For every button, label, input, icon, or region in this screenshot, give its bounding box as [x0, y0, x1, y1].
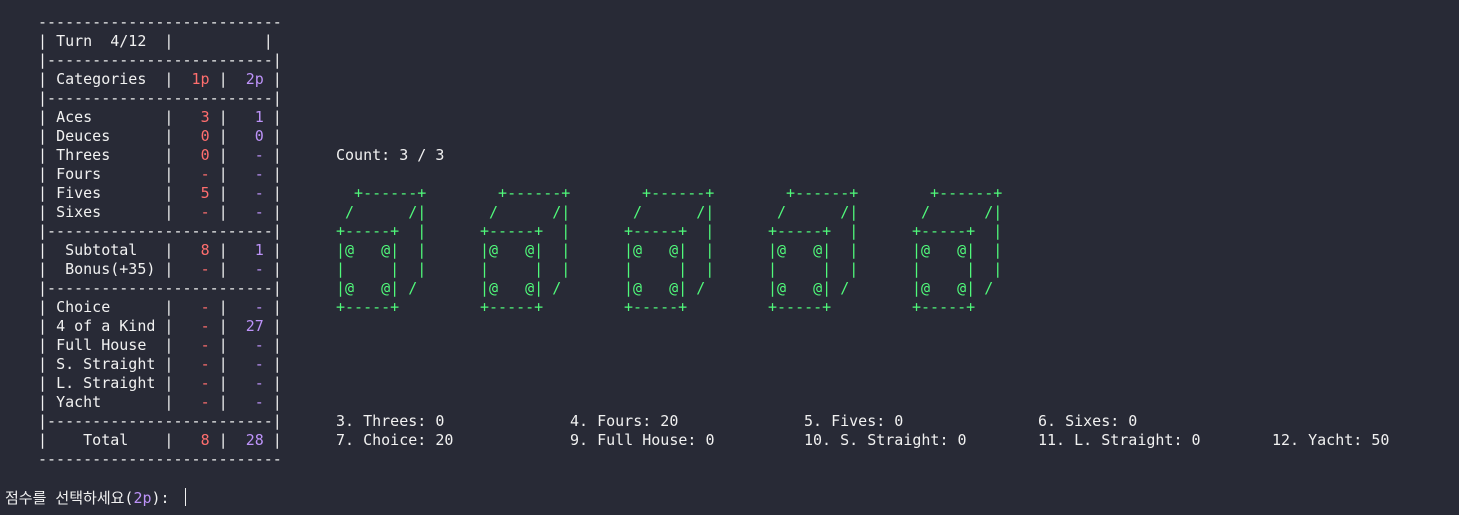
score-fives-row: | Fives | 5 | - |: [38, 184, 282, 202]
score-threes-p1: 0: [200, 146, 210, 164]
score-choice-label: Choice: [56, 298, 111, 316]
score-aces-row: | Aces | 3 | 1 |: [38, 108, 282, 126]
score-sixes-p1: -: [200, 203, 210, 221]
score-option: 12. Yacht: 50: [1272, 431, 1390, 449]
roll-count: Count: 3 / 3: [336, 146, 445, 164]
score-choice-row: | Choice | - | - |: [38, 298, 282, 316]
score-s-straight-p2: -: [254, 355, 264, 373]
text-cursor: [184, 488, 186, 506]
score-option: 9. Full House: 0: [570, 431, 715, 449]
score-4-of-a-kind-row: | 4 of a Kind | - | 27 |: [38, 317, 282, 335]
score-fours-p1: -: [200, 165, 210, 183]
score-option: 10. S. Straight: 0: [804, 431, 967, 449]
board-row-separator: |-------------------------|: [38, 51, 282, 69]
score-subtotal-row: | Subtotal | 8 | 1 |: [38, 241, 282, 259]
prompt-suffix: ):: [151, 489, 179, 507]
score-yacht-p2: -: [254, 393, 264, 411]
score-bonus-p1: -: [200, 260, 210, 278]
turn-value: 4/12: [110, 32, 147, 50]
score-sixes-label: Sixes: [56, 203, 102, 221]
score-option: 5. Fives: 0: [804, 412, 904, 430]
score-choice-p2: -: [254, 298, 264, 316]
score-s-straight-row: | S. Straight | - | - |: [38, 355, 282, 373]
prompt-text: 점수를 선택하세요(: [5, 489, 134, 507]
score-yacht-row: | Yacht | - | - |: [38, 393, 282, 411]
score-fours-p2: -: [254, 165, 264, 183]
score-threes-row: | Threes | 0 | - |: [38, 146, 282, 164]
score-fours-label: Fours: [56, 165, 102, 183]
score-full-house-p1: -: [200, 336, 210, 354]
score-s-straight-label: S. Straight: [56, 355, 156, 373]
board-border-top: ---------------------------: [38, 13, 282, 31]
p1-header: 1p: [191, 70, 210, 88]
score-total-label: Total: [83, 431, 129, 449]
board-row-turn: | Turn 4/12 | |: [38, 32, 273, 50]
board-row-header: | Categories | 1p | 2p |: [38, 70, 282, 88]
score-full-house-label: Full House: [56, 336, 147, 354]
score-deuces-label: Deuces: [56, 127, 111, 145]
score-sixes-row: | Sixes | - | - |: [38, 203, 282, 221]
score-4-of-a-kind-p1: -: [200, 317, 210, 335]
scoreboard: --------------------------- | Turn 4/12 |…: [38, 13, 282, 469]
turn-label: Turn: [56, 32, 93, 50]
score-l-straight-p1: -: [200, 374, 210, 392]
score-threes-label: Threes: [56, 146, 111, 164]
die-3: +------+ / /| +-----+ | |@ @| | | | | |@…: [624, 184, 715, 316]
score-option: 6. Sixes: 0: [1038, 412, 1138, 430]
score-deuces-row: | Deuces | 0 | 0 |: [38, 127, 282, 145]
score-bonus-row: | Bonus(+35) | - | - |: [38, 260, 282, 278]
score-aces-label: Aces: [56, 108, 93, 126]
die-5: +------+ / /| +-----+ | |@ @| | | | | |@…: [912, 184, 1003, 316]
score-threes-p2: -: [254, 146, 264, 164]
score-total-row: | Total | 8 | 28 |: [38, 431, 282, 449]
score-yacht-p1: -: [200, 393, 210, 411]
score-option: 4. Fours: 20: [570, 412, 679, 430]
score-fours-row: | Fours | - | - |: [38, 165, 282, 183]
score-total-p1: 8: [200, 431, 210, 449]
die-2: +------+ / /| +-----+ | |@ @| | | | | |@…: [480, 184, 571, 316]
score-l-straight-p2: -: [254, 374, 264, 392]
categories-header: Categories: [56, 70, 147, 88]
score-deuces-p1: 0: [200, 127, 210, 145]
score-aces-p2: 1: [254, 108, 264, 126]
score-aces-p1: 3: [200, 108, 210, 126]
die-4: +------+ / /| +-----+ | |@ @| | | | | |@…: [768, 184, 859, 316]
board-row-separator: |-------------------------|: [38, 89, 282, 107]
input-prompt[interactable]: 점수를 선택하세요(2p):: [5, 488, 186, 508]
score-total-p2: 28: [245, 431, 264, 449]
score-full-house-row: | Full House | - | - |: [38, 336, 282, 354]
score-yacht-label: Yacht: [56, 393, 102, 411]
score-fives-p1: 5: [200, 184, 210, 202]
score-4-of-a-kind-label: 4 of a Kind: [56, 317, 156, 335]
score-subtotal-p2: 1: [254, 241, 264, 259]
score-s-straight-p1: -: [200, 355, 210, 373]
score-subtotal-label: Subtotal: [65, 241, 138, 259]
score-fives-label: Fives: [56, 184, 102, 202]
score-4-of-a-kind-p2: 27: [245, 317, 264, 335]
score-deuces-p2: 0: [254, 127, 264, 145]
score-option: 11. L. Straight: 0: [1038, 431, 1201, 449]
score-sixes-p2: -: [254, 203, 264, 221]
board-row-separator: |-------------------------|: [38, 279, 282, 297]
score-fives-p2: -: [254, 184, 264, 202]
score-full-house-p2: -: [254, 336, 264, 354]
die-1: +------+ / /| +-----+ | |@ @| | | | | |@…: [336, 184, 427, 316]
score-option: 3. Threes: 0: [336, 412, 445, 430]
score-l-straight-label: L. Straight: [56, 374, 156, 392]
score-subtotal-p1: 8: [200, 241, 210, 259]
board-border-bottom: ---------------------------: [38, 450, 282, 468]
score-option: 7. Choice: 20: [336, 431, 454, 449]
prompt-player: 2p: [133, 489, 152, 507]
board-row-border: ---------------------------: [38, 450, 282, 469]
score-bonus-p2: -: [254, 260, 264, 278]
board-row-border: ---------------------------: [38, 13, 282, 32]
score-l-straight-row: | L. Straight | - | - |: [38, 374, 282, 392]
board-row-separator: |-------------------------|: [38, 412, 282, 430]
score-choice-p1: -: [200, 298, 210, 316]
board-row-separator: |-------------------------|: [38, 222, 282, 240]
p2-header: 2p: [245, 70, 264, 88]
score-bonus-label: Bonus(+35): [65, 260, 156, 278]
